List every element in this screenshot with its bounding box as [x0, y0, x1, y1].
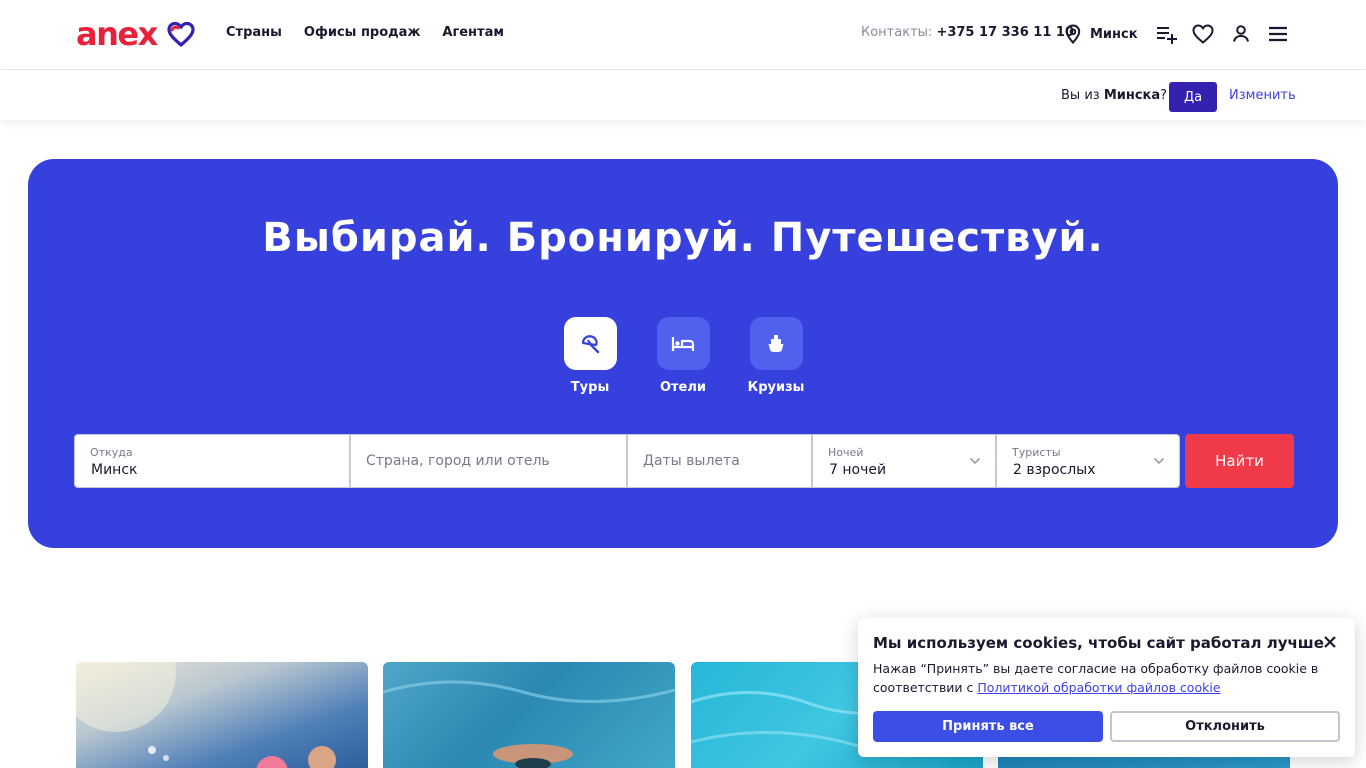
destination-input[interactable]: Страна, город или отель	[350, 434, 627, 488]
logo-wordmark: anex	[76, 15, 158, 53]
departure-dates-placeholder: Даты вылета	[643, 453, 740, 469]
user-icon[interactable]	[1229, 22, 1253, 46]
city-confirm-bar: Вы из Минска? Да Изменить	[0, 70, 1366, 120]
site-header: anex Страны Офисы продаж Агентам Контакт…	[0, 0, 1366, 70]
departure-city-label: Откуда	[90, 446, 133, 459]
city-name: Минск	[1090, 26, 1138, 42]
bed-icon	[671, 336, 695, 351]
nav-item-countries[interactable]: Страны	[226, 25, 282, 40]
find-button[interactable]: Найти	[1185, 434, 1294, 488]
chevron-down-icon	[969, 457, 981, 465]
chevron-down-icon	[1153, 457, 1165, 465]
nights-value: 7 ночей	[829, 462, 887, 478]
nav-item-agents[interactable]: Агентам	[442, 25, 504, 40]
departure-city-value: Минск	[91, 462, 138, 478]
hero-title: Выбирай. Бронируй. Путешествуй.	[262, 215, 1104, 261]
nav-item-sales-offices[interactable]: Офисы продаж	[304, 25, 420, 40]
cookie-title: Мы используем cookies, чтобы сайт работа…	[873, 634, 1324, 652]
tab-cruises[interactable]: Круизы	[747, 317, 805, 395]
tab-cruises-label: Круизы	[747, 380, 805, 395]
contacts: Контакты: +375 17 336 11 10	[861, 25, 1074, 40]
tourists-label: Туристы	[1012, 446, 1061, 459]
city-question-prefix: Вы из	[1061, 88, 1104, 103]
tab-hotels[interactable]: Отели	[656, 317, 710, 395]
departure-city-field[interactable]: Откуда Минск	[74, 434, 350, 488]
contacts-label: Контакты:	[861, 25, 933, 40]
decline-cookies-button[interactable]: Отклонить	[1110, 711, 1340, 742]
tab-tours-icon-box	[563, 317, 617, 370]
anex-logo[interactable]: anex	[76, 15, 195, 53]
nights-select[interactable]: Ночей 7 ночей	[812, 434, 996, 488]
tab-tours-label: Туры	[570, 380, 610, 395]
city-selector[interactable]: Минск	[1064, 24, 1138, 44]
cookie-banner: Мы используем cookies, чтобы сайт работа…	[858, 618, 1355, 757]
location-pin-icon	[1065, 24, 1081, 44]
cookie-policy-link[interactable]: Политикой обработки файлов cookie	[977, 680, 1220, 695]
main-nav: Страны Офисы продаж Агентам	[226, 25, 504, 40]
search-mode-tabs: Туры Отели Круизы	[28, 317, 1338, 395]
ship-icon	[768, 334, 784, 352]
promo-card-image[interactable]	[383, 662, 675, 768]
beach-umbrella-icon	[581, 334, 600, 353]
destination-placeholder: Страна, город или отель	[366, 453, 550, 469]
departure-dates-field[interactable]: Даты вылета	[627, 434, 812, 488]
tab-hotels-label: Отели	[659, 380, 707, 395]
search-hero: Выбирай. Бронируй. Путешествуй. Туры Оте…	[28, 159, 1338, 548]
heart-icon[interactable]	[1191, 22, 1215, 46]
playlist-add-icon[interactable]	[1154, 22, 1178, 46]
promo-card-decor	[76, 662, 336, 768]
nights-label: Ночей	[828, 446, 864, 459]
close-icon[interactable]	[1322, 634, 1338, 650]
city-question-suffix: ?	[1160, 88, 1168, 103]
cookie-text: Нажав “Принять” вы даете согласие на обр…	[873, 659, 1333, 697]
search-form: Откуда Минск Страна, город или отель Дат…	[74, 434, 1294, 488]
promo-card-decor	[383, 680, 675, 768]
phone-link[interactable]: +375 17 336 11 10	[936, 25, 1074, 40]
city-question: Вы из Минска?	[1061, 88, 1167, 103]
menu-icon[interactable]	[1266, 22, 1290, 46]
tab-hotels-icon-box	[656, 317, 710, 370]
logo-heart-icon	[167, 21, 195, 47]
tab-cruises-icon-box	[749, 317, 803, 370]
tab-tours[interactable]: Туры	[563, 317, 617, 395]
confirm-city-button[interactable]: Да	[1169, 82, 1217, 112]
change-city-link[interactable]: Изменить	[1229, 88, 1296, 103]
city-question-city: Минска	[1103, 88, 1161, 103]
tourists-select[interactable]: Туристы 2 взрослых	[996, 434, 1180, 488]
accept-cookies-button[interactable]: Принять все	[873, 711, 1103, 742]
promo-card-image[interactable]	[76, 662, 368, 768]
tourists-value: 2 взрослых	[1013, 462, 1096, 478]
